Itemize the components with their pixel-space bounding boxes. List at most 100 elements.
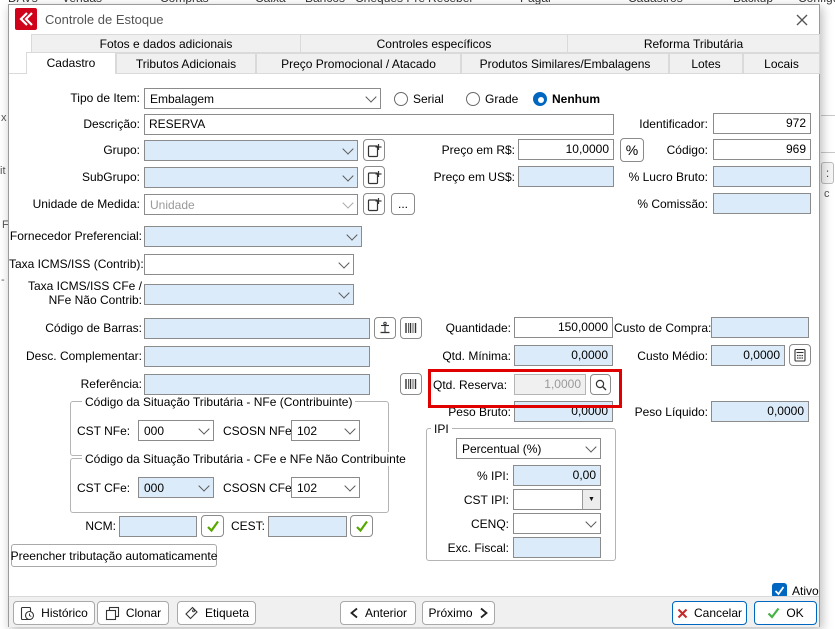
csosn-cfe-combo[interactable]: 102 <box>291 477 360 498</box>
cst-cfe-combo[interactable]: 000 <box>138 477 214 498</box>
grupo-combo[interactable] <box>144 140 358 161</box>
tab-lotes[interactable]: Lotes <box>669 53 743 74</box>
peso-bruto-input[interactable]: 0,0000 <box>514 401 613 422</box>
tab-locais[interactable]: Locais <box>743 53 820 74</box>
close-button[interactable] <box>791 10 813 30</box>
nova-unidade-button[interactable] <box>363 193 385 215</box>
codigo-label: Código: <box>601 143 708 158</box>
ipi-percentual-input[interactable]: 0,00 <box>513 465 601 486</box>
preco-rs-input[interactable]: 10,0000 <box>518 139 614 160</box>
cst-cfe-label: CST CFe: <box>77 481 135 496</box>
ncm-label: NCM: <box>61 519 116 534</box>
screen: DAVs Vendas Compras Caixa Bancos Cheques… <box>0 0 835 629</box>
preencher-tributacao-button[interactable]: Preencher tributação automaticamente <box>11 544 217 567</box>
cest-label: CEST: <box>229 519 265 534</box>
radio-grade[interactable] <box>466 92 480 106</box>
identificador-input[interactable]: 972 <box>713 113 811 134</box>
codigo-barras-input[interactable] <box>144 318 370 339</box>
tab-reforma-tributaria[interactable]: Reforma Tributária <box>567 34 820 53</box>
anterior-button[interactable]: Anterior <box>340 601 416 625</box>
proximo-button[interactable]: Próximo <box>422 601 495 625</box>
desc-complementar-input[interactable] <box>144 346 370 367</box>
referencia-input[interactable] <box>144 374 370 395</box>
tab-preco-promocional-atacado[interactable]: Preço Promocional / Atacado <box>256 53 461 74</box>
dropdown-triangle-icon: ▼ <box>582 490 600 509</box>
ncm-validar-button[interactable] <box>201 515 224 537</box>
subgrupo-combo[interactable] <box>144 167 358 188</box>
cest-input[interactable] <box>268 516 347 537</box>
custo-compra-input[interactable] <box>711 317 809 338</box>
taxa-contrib-label: Taxa ICMS/ISS (Contrib): <box>9 257 142 272</box>
custo-compra-label: Custo de Compra: <box>614 321 708 336</box>
qtd-reserva-consultar-button[interactable] <box>590 374 611 395</box>
lucro-bruto-input[interactable] <box>713 166 811 187</box>
cst-cfe-value: 000 <box>144 481 164 495</box>
referencia-label: Referência: <box>9 377 142 392</box>
qtd-minima-input[interactable]: 0,0000 <box>514 345 613 366</box>
radio-nenhum[interactable] <box>533 92 547 106</box>
peso-liquido-input[interactable]: 0,0000 <box>711 401 809 422</box>
tab-produtos-similares-embalagens[interactable]: Produtos Similares/Embalagens <box>461 53 669 74</box>
background-fragment: x <box>1 112 7 124</box>
tab-fotos-e-dados-adicionais[interactable]: Fotos e dados adicionais <box>31 34 301 53</box>
ok-button[interactable]: OK <box>754 601 817 625</box>
csosn-nfe-label: CSOSN NFe: <box>223 424 289 439</box>
unidade-medida-value: Unidade <box>150 198 195 212</box>
tab-controles-especificos[interactable]: Controles específicos <box>300 34 568 53</box>
historico-label: Histórico <box>41 606 88 620</box>
custo-medio-input[interactable]: 0,0000 <box>711 345 785 366</box>
descricao-input[interactable]: RESERVA <box>144 114 614 135</box>
novo-subgrupo-button[interactable] <box>363 166 385 188</box>
radio-serial-label: Serial <box>413 92 444 106</box>
fornecedor-combo[interactable] <box>144 226 362 247</box>
radio-serial[interactable] <box>394 92 408 106</box>
cancelar-button[interactable]: Cancelar <box>672 601 747 625</box>
ipi-modo-combo[interactable]: Percentual (%) <box>456 438 601 459</box>
identificador-label: Identificador: <box>601 117 708 132</box>
codigo-input[interactable]: 969 <box>713 139 811 160</box>
chevron-right-icon <box>479 607 489 619</box>
comissao-input[interactable] <box>713 193 811 214</box>
subgrupo-label: SubGrupo: <box>9 170 140 185</box>
historico-button[interactable]: Histórico <box>13 601 95 625</box>
cenq-combo[interactable] <box>513 513 601 534</box>
preco-us-label: Preço em US$: <box>391 170 515 185</box>
tab-tributos-adicionais[interactable]: Tributos Adicionais <box>116 53 256 74</box>
etiqueta-button[interactable]: Etiqueta <box>177 601 256 625</box>
tag-icon <box>184 606 199 621</box>
referencia-barcode-button[interactable] <box>400 373 422 395</box>
clone-icon <box>105 606 120 621</box>
novo-grupo-button[interactable] <box>363 139 385 161</box>
tab-cadastro[interactable]: Cadastro <box>26 52 116 74</box>
dialog-title: Controle de Estoque <box>45 12 164 27</box>
tipo-de-item-combo[interactable]: Embalagem <box>144 88 381 109</box>
cest-validar-button[interactable] <box>350 515 373 537</box>
chevron-down-icon <box>585 441 596 452</box>
dialog-titlebar[interactable]: Controle de Estoque <box>9 5 819 33</box>
grupo-label: Grupo: <box>9 143 140 158</box>
close-icon <box>796 14 808 26</box>
new-item-icon <box>367 170 382 185</box>
unidade-medida-combo[interactable]: Unidade <box>144 194 358 215</box>
cst-nfe-combo[interactable]: 000 <box>138 420 214 441</box>
taxa-contrib-combo[interactable] <box>144 254 354 275</box>
radio-grade-label: Grade <box>485 92 518 106</box>
calculadora-button[interactable] <box>789 344 811 366</box>
cenq-label: CENQ: <box>429 517 509 532</box>
comissao-label: % Comissão: <box>586 197 708 212</box>
exc-fiscal-input[interactable] <box>513 537 601 558</box>
quantidade-input[interactable]: 150,0000 <box>514 317 613 338</box>
clonar-button[interactable]: Clonar <box>97 601 169 625</box>
cst-nfe-legend: Código da Situação Tributária - NFe (Con… <box>82 395 355 409</box>
qtd-reserva-label: Qtd. Reserva: <box>433 378 511 393</box>
cst-ipi-combo[interactable]: ▼ <box>513 489 601 510</box>
balanca-button[interactable] <box>374 317 396 339</box>
etiqueta-label: Etiqueta <box>205 606 249 620</box>
mais-opcoes-button[interactable]: ... <box>391 193 415 215</box>
unidade-medida-label: Unidade de Medida: <box>9 197 140 212</box>
chevron-down-icon <box>344 423 355 434</box>
csosn-nfe-combo[interactable]: 102 <box>291 420 360 441</box>
ncm-input[interactable] <box>119 516 197 537</box>
taxa-nao-contrib-combo[interactable] <box>144 284 354 305</box>
cst-nfe-value: 000 <box>144 424 164 438</box>
